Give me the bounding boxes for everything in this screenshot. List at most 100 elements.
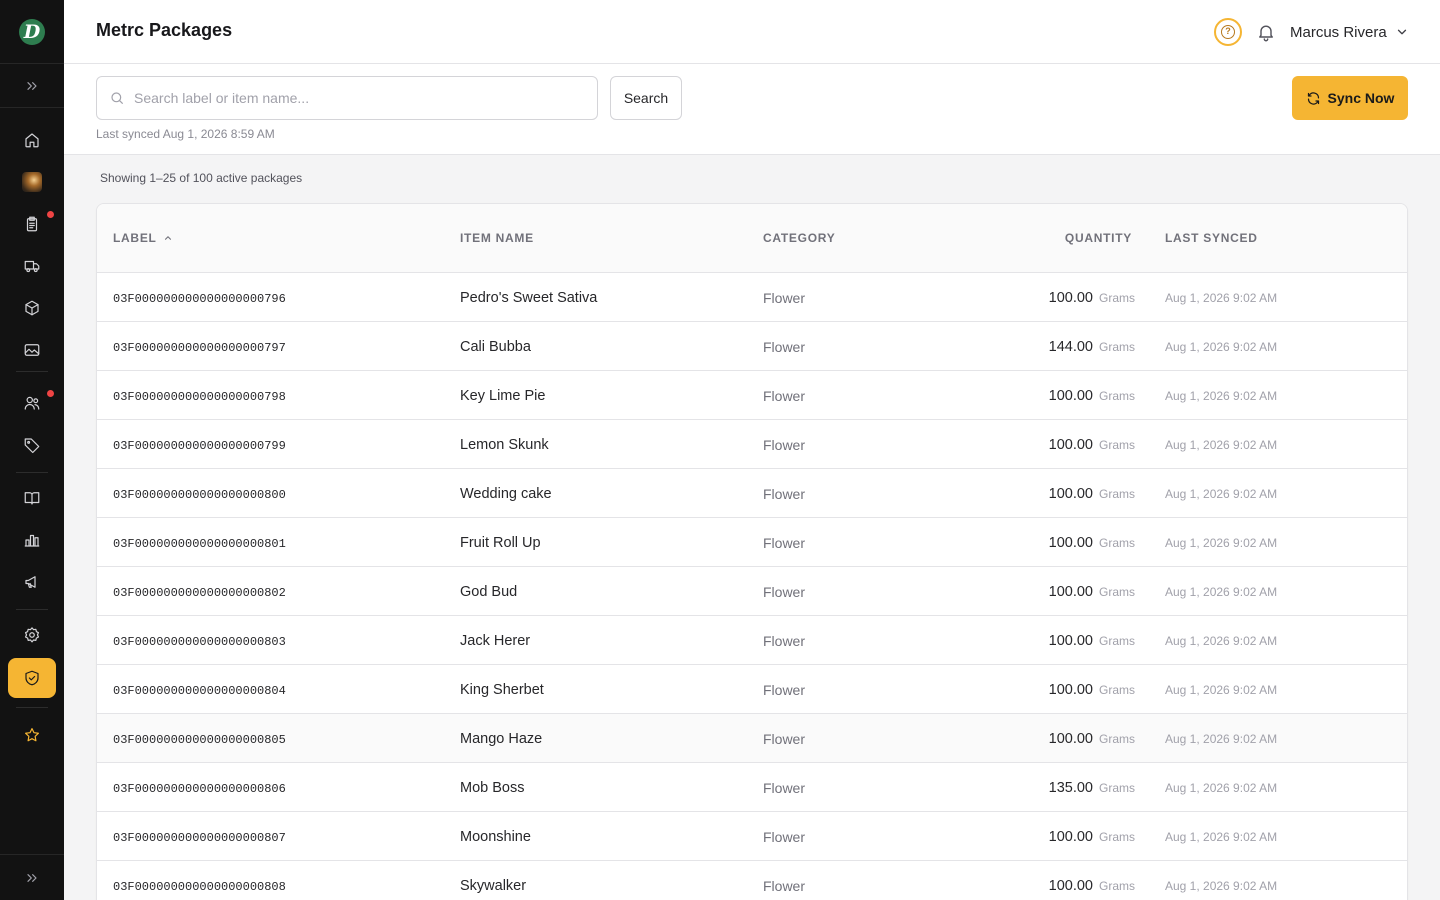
quantity: 100.00 Grams xyxy=(1049,616,1135,665)
sidebar-item-compliance[interactable] xyxy=(8,658,56,698)
quantity-unit: Grams xyxy=(1099,437,1135,452)
category: Flower xyxy=(763,681,806,698)
sidebar-item-favorites[interactable] xyxy=(8,715,56,755)
table-row[interactable]: 03F000000000000000000803 Jack Herer Flower… xyxy=(97,616,1407,665)
quantity-unit: Grams xyxy=(1099,878,1135,893)
item-name: Key Lime Pie xyxy=(460,387,546,404)
truck-icon xyxy=(24,260,40,273)
sidebar-item-home[interactable] xyxy=(8,120,56,160)
table-row[interactable]: 03F000000000000000000799 Lemon Skunk Flowe… xyxy=(97,420,1407,469)
sidebar-expand-button[interactable] xyxy=(0,64,64,108)
table-row[interactable]: 03F000000000000000000801 Fruit Roll Up Flo… xyxy=(97,518,1407,567)
table-row[interactable]: 03F000000000000000000802 God Bud Flower 100… xyxy=(97,567,1407,616)
package-label: 03F000000000000000000798 xyxy=(113,390,286,404)
table-row[interactable]: 03F000000000000000000805 Mango Haze Flower… xyxy=(97,714,1407,763)
sidebar-item-thumbnail[interactable] xyxy=(8,162,56,202)
quantity-value: 100.00 xyxy=(1048,681,1093,698)
package-label: 03F000000000000000000805 xyxy=(113,733,286,747)
bar-chart-icon xyxy=(24,534,40,547)
quantity-value: 135.00 xyxy=(1048,779,1093,796)
column-header-item-name[interactable]: ITEM NAME xyxy=(460,231,534,245)
last-synced: Aug 1, 2026 9:02 AM xyxy=(1165,633,1278,648)
sidebar-item-delivery[interactable] xyxy=(8,246,56,286)
column-header-label-text: LABEL xyxy=(113,231,157,245)
last-synced: Aug 1, 2026 9:02 AM xyxy=(1165,829,1278,844)
notification-badge xyxy=(47,211,54,218)
quantity: 100.00 Grams xyxy=(1049,273,1135,322)
package-label: 03F000000000000000000802 xyxy=(113,586,286,600)
quantity: 135.00 Grams xyxy=(1049,763,1135,812)
sidebar-divider xyxy=(16,609,48,610)
table-row[interactable]: 03F000000000000000000807 Moonshine Flower 1… xyxy=(97,812,1407,861)
package-label: 03F000000000000000000807 xyxy=(113,831,286,845)
sidebar-item-products[interactable] xyxy=(8,288,56,328)
sidebar-item-orders[interactable] xyxy=(8,204,56,244)
sidebar-divider xyxy=(16,472,48,473)
sidebar-item-media[interactable] xyxy=(8,330,56,370)
quantity-value: 100.00 xyxy=(1048,828,1093,845)
shield-check-icon xyxy=(25,670,39,686)
item-name: Pedro's Sweet Sativa xyxy=(460,289,598,306)
quantity-value: 100.00 xyxy=(1048,583,1093,600)
category: Flower xyxy=(763,877,806,894)
table-row[interactable]: 03F000000000000000000800 Wedding cake Flow… xyxy=(97,469,1407,518)
last-synced: Aug 1, 2026 9:02 AM xyxy=(1165,682,1278,697)
column-header-category[interactable]: CATEGORY xyxy=(763,231,835,245)
last-synced: Aug 1, 2026 9:02 AM xyxy=(1165,437,1278,452)
help-button[interactable]: ? xyxy=(1214,18,1242,46)
megaphone-icon xyxy=(25,576,36,588)
table-row[interactable]: 03F000000000000000000806 Mob Boss Flower 13… xyxy=(97,763,1407,812)
category: Flower xyxy=(763,289,806,306)
table-row[interactable]: 03F000000000000000000797 Cali Bubba Flower… xyxy=(97,322,1407,371)
sidebar-item-marketing[interactable] xyxy=(8,562,56,602)
quantity-value: 100.00 xyxy=(1048,289,1093,306)
category: Flower xyxy=(763,828,806,845)
app-logo[interactable]: D xyxy=(0,0,64,64)
table-header: LABEL ITEM NAME CATEGORY QUANTITY LAST S… xyxy=(97,204,1407,273)
table-row[interactable]: 03F000000000000000000798 Key Lime Pie Flow… xyxy=(97,371,1407,420)
item-name: Wedding cake xyxy=(460,485,552,502)
search-input[interactable] xyxy=(134,90,574,106)
quantity: 100.00 Grams xyxy=(1049,665,1135,714)
sidebar-divider xyxy=(16,707,48,708)
sync-now-label: Sync Now xyxy=(1327,90,1395,106)
last-synced: Aug 1, 2026 9:02 AM xyxy=(1165,535,1278,550)
table-row[interactable]: 03F000000000000000000796 Pedro's Sweet Sa… xyxy=(97,273,1407,322)
sidebar-item-discounts[interactable] xyxy=(8,425,56,465)
notifications-button[interactable] xyxy=(1254,20,1278,44)
logo-mark: D xyxy=(19,18,45,45)
quantity-unit: Grams xyxy=(1099,829,1135,844)
refresh-icon xyxy=(1307,91,1319,105)
user-menu[interactable]: Marcus Rivera xyxy=(1290,20,1409,44)
sidebar-item-settings[interactable] xyxy=(8,615,56,655)
box-icon xyxy=(25,300,39,316)
quantity: 144.00 Grams xyxy=(1049,322,1135,371)
sidebar-item-customers[interactable] xyxy=(8,383,56,423)
sidebar-collapse-toggle[interactable] xyxy=(0,854,64,900)
chevrons-right-icon xyxy=(27,873,37,882)
item-name: God Bud xyxy=(460,583,518,600)
column-header-quantity[interactable]: QUANTITY xyxy=(1065,231,1132,245)
package-label: 03F000000000000000000797 xyxy=(113,341,286,355)
quantity-value: 144.00 xyxy=(1048,338,1093,355)
column-header-label[interactable]: LABEL xyxy=(113,231,173,245)
search-button[interactable]: Search xyxy=(610,76,682,120)
quantity-value: 100.00 xyxy=(1048,730,1093,747)
category: Flower xyxy=(763,387,806,404)
sync-now-button[interactable]: Sync Now xyxy=(1292,76,1408,120)
column-header-last-synced[interactable]: LAST SYNCED xyxy=(1165,231,1258,245)
category: Flower xyxy=(763,338,806,355)
sidebar-item-catalog[interactable] xyxy=(8,478,56,518)
bell-icon xyxy=(1259,25,1273,42)
chevron-down-icon xyxy=(1397,29,1406,35)
last-synced: Aug 1, 2026 9:02 AM xyxy=(1165,339,1278,354)
table-row[interactable]: 03F000000000000000000808 Skywalker Flower 1… xyxy=(97,861,1407,900)
table-row[interactable]: 03F000000000000000000804 King Sherbet Flow… xyxy=(97,665,1407,714)
category: Flower xyxy=(763,583,806,600)
sort-ascending-icon xyxy=(164,236,171,240)
sidebar-item-reports[interactable] xyxy=(8,520,56,560)
top-header: Metrc Packages ? Marcus Rivera xyxy=(64,0,1440,64)
item-name: Mango Haze xyxy=(460,730,543,747)
quantity-value: 100.00 xyxy=(1048,485,1093,502)
gear-icon xyxy=(24,627,40,643)
